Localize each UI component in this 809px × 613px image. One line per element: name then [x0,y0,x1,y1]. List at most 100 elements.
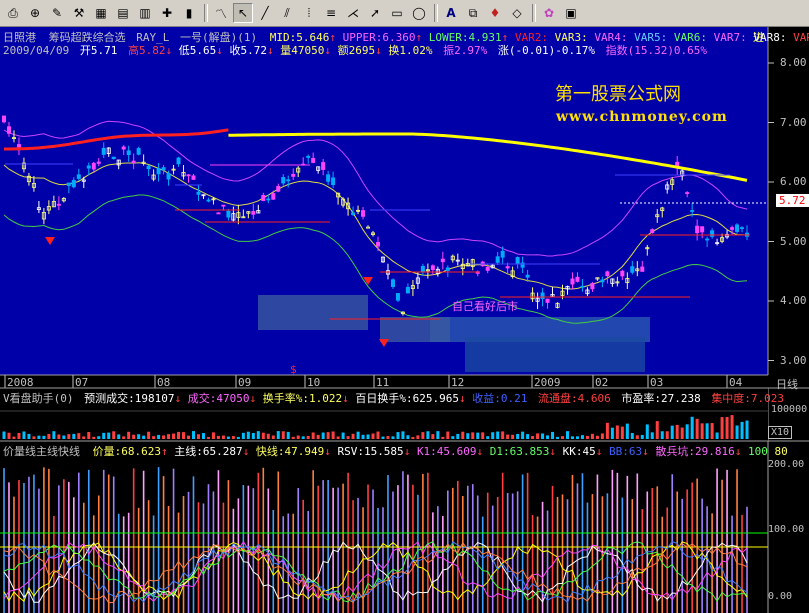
zoom-icon[interactable]: ⊕ [25,3,45,23]
dollar-signal-icon: $ [290,363,297,376]
candle-body [2,115,7,123]
candle-body [700,226,705,233]
candle-body [331,177,336,186]
candle-body [605,271,610,277]
volume-bar [491,432,495,439]
volume-bar [266,433,270,439]
watermark-title: 第一股票公式网 [555,84,681,105]
candle-body [735,224,740,232]
ellipse-icon[interactable]: ◯ [409,3,429,23]
volume-bar [645,424,649,439]
grid-icon[interactable]: ▦ [91,3,111,23]
line-icon[interactable]: 〽 [211,3,231,23]
panel3-100: 100 [748,445,768,458]
print-icon[interactable]: ⎙ [3,3,23,23]
panel2-scale[interactable]: X10 [768,426,793,439]
candle-body [430,265,435,270]
candle-body [395,293,400,301]
bar-icon[interactable]: ▮ [179,3,199,23]
volume-bar [221,435,225,439]
volume-bar [57,434,61,439]
volume-bar [531,435,535,439]
channel-icon[interactable]: ⫽ [277,3,297,23]
oscillator-line [3,541,748,604]
parallel-icon[interactable]: ≡ [321,3,341,23]
volume-bar [132,434,136,439]
candle-body [276,185,281,192]
time-axis-label: 08 [157,376,171,389]
volume-bar [142,435,146,439]
bar-change: 涨(-0.01)-0.17% [497,44,595,57]
candle-body [136,148,141,155]
fan-icon[interactable]: ⋌ [343,3,363,23]
time-axis-label: 11 [376,376,390,389]
candle-body [375,242,380,247]
volume-bar [27,433,31,439]
volume-bar [511,434,515,439]
candle-body [71,179,76,188]
volume-bar [620,426,624,439]
candle-body [126,150,131,156]
volume-bar [416,435,420,439]
volume-bar [356,431,360,439]
chart-note: 自己看好后市 [452,300,518,313]
toolbar-separator [434,4,438,22]
volume-bar [147,431,151,439]
hammer-icon[interactable]: ⚒ [69,3,89,23]
pointer-icon[interactable]: ↖ [233,3,253,23]
copy-icon[interactable]: ⧉ [463,3,483,23]
volume-bar [182,432,186,439]
palette-icon[interactable]: ✿ [539,3,559,23]
cross-icon[interactable]: ✚ [157,3,177,23]
table-icon[interactable]: ▤ [113,3,133,23]
vertical-lines-icon[interactable]: ⦙ [299,3,319,23]
price-axis-label: 4.00 [780,294,807,307]
volume-bar [196,434,200,439]
bar-low: 低5.65 [178,44,217,57]
var9: VAR9: [793,31,809,44]
candle-body [216,212,221,215]
volume-bar [730,415,734,439]
candle-body [690,210,695,212]
arrow-icon[interactable]: ➚ [365,3,385,23]
volume-bar [675,424,679,439]
eraser2-icon[interactable]: ◇ [507,3,527,23]
paint-icon[interactable]: ♦ [485,3,505,23]
save-icon[interactable]: ▣ [561,3,581,23]
panel2-axis-label: 100000 [771,404,808,415]
candle-body [525,274,530,278]
candle-body [420,265,425,272]
volume-bar [401,431,405,439]
volume-bar [22,431,26,439]
candle-body [101,147,106,155]
volume-bar [650,432,654,439]
volume-bar [286,431,290,439]
chart-icon[interactable]: ▥ [135,3,155,23]
volume-bar [665,431,669,439]
candle-body [196,191,201,195]
header-row2: 2009/04/09 开5.71 高5.82↓ 低5.65↓ 收5.72↓ 量4… [3,44,708,57]
panel3-name[interactable]: 价量线主线快线 [3,445,80,458]
volume-bar [12,436,16,439]
volume-bar [361,434,365,439]
candle-body [76,174,81,179]
volume-bar [62,435,66,439]
candle-body [156,168,161,175]
volume-bar [226,436,230,439]
volume-bar [2,431,6,439]
trend-line-icon[interactable]: ╱ [255,3,275,23]
panel2-name[interactable]: V看盘助手(0) [3,392,74,405]
eraser-icon[interactable]: ✎ [47,3,67,23]
volume-bar [167,434,171,439]
candle-body [570,278,575,285]
text-icon[interactable]: A [441,3,461,23]
candle-body [590,283,595,290]
background-block [380,317,450,342]
rectangle-icon[interactable]: ▭ [387,3,407,23]
bar-high: 高5.82 [127,44,166,57]
volume-bar [556,436,560,439]
candle-body [440,258,445,263]
volume-bar [496,431,500,439]
volume-bar [236,436,240,439]
volume-bar [47,433,51,439]
